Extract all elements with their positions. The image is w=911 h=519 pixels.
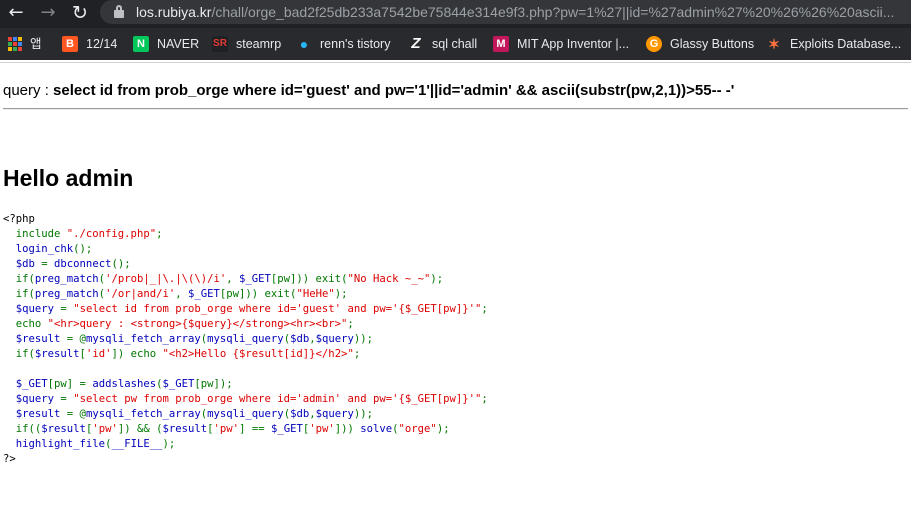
query-label: query : (3, 82, 54, 99)
code-line: $query = "select pw from prob_orge where… (15, 393, 488, 405)
url-path: /chall/orge_bad2f25db233a7542be75844e314… (211, 4, 895, 20)
back-arrow-icon[interactable]: ← (4, 2, 28, 24)
bookmark-mit[interactable]: M MIT App Inventor |... (493, 35, 629, 53)
blogger-icon: B (62, 36, 78, 52)
bookmark-label: 12/14 (86, 37, 118, 51)
lock-icon[interactable] (114, 5, 124, 18)
glassy-icon: G (646, 36, 662, 52)
code-line: if(preg_match('/prob|_|\.|\(\)/i', $_GET… (3, 273, 444, 285)
bookmark-label: renn's tistory (320, 37, 391, 51)
apps-icon (8, 37, 22, 51)
mit-icon: M (493, 36, 509, 52)
bookmark-steamrp[interactable]: SR steamrp (212, 35, 281, 53)
bookmark-label: sql chall (432, 37, 478, 51)
browser-toolbar: ← → ↻ los.rubiya.kr/chall/orge_bad2f25db… (0, 0, 911, 28)
bookmark-label: MIT App Inventor |... (517, 37, 630, 51)
exploit-db-icon: ✶ (768, 36, 780, 52)
url-text[interactable]: los.rubiya.kr/chall/orge_bad2f25db233a75… (136, 3, 894, 21)
code-line: $_GET[pw] = addslashes($_GET[pw]); (15, 378, 233, 390)
bookmark-label: Exploits Database... (790, 37, 902, 51)
code-line: include "./config.php"; (3, 228, 163, 240)
code-line: $db = dbconnect(); (15, 258, 131, 270)
code-line: if(($result['pw']) && ($result['pw'] == … (3, 423, 450, 435)
divider (3, 108, 908, 110)
code-line: highlight_file(__FILE__); (15, 438, 176, 450)
code-line: ?> (3, 453, 16, 465)
query-sql: select id from prob_orge where id='guest… (53, 82, 735, 99)
bookmark-exploit-db[interactable]: ✶ Exploits Database... (766, 35, 901, 53)
bookmark-sql-chall[interactable]: Z sql chall (408, 35, 477, 53)
code-line: $result = @mysqli_fetch_array(mysqli_que… (15, 408, 374, 420)
reload-icon[interactable]: ↻ (68, 2, 92, 24)
bookmarks-bar: 앱 B 12/14 N NAVER SR steamrp ● renn's ti… (0, 28, 911, 60)
forward-arrow-icon[interactable]: → (36, 2, 60, 24)
code-line: if(preg_match('/or|and/i', $_GET[pw])) e… (3, 288, 348, 300)
code-line: $result = @mysqli_fetch_array(mysqli_que… (15, 333, 374, 345)
code-line: if($result['id']) echo "<h2>Hello {$resu… (3, 348, 361, 360)
address-bar[interactable]: los.rubiya.kr/chall/orge_bad2f25db233a75… (100, 0, 911, 24)
bookmark-glassy[interactable]: G Glassy Buttons (646, 35, 754, 53)
steam-icon: SR (212, 36, 228, 52)
bookmark-label: Glassy Buttons (670, 37, 755, 51)
bookmark-apps[interactable]: 앱 (8, 35, 42, 53)
code-line: $query = "select id from prob_orge where… (15, 303, 488, 315)
tistory-icon: ● (299, 36, 309, 52)
bookmark-blog[interactable]: B 12/14 (62, 35, 117, 53)
bookmark-tistory[interactable]: ● renn's tistory (296, 35, 391, 53)
code-line: echo "<hr>query : <strong>{$query}</stro… (3, 318, 354, 330)
divider (0, 62, 911, 63)
bookmark-label: steamrp (236, 37, 282, 51)
bookmark-label: NAVER (157, 37, 200, 51)
code-line: login_chk(); (15, 243, 93, 255)
z-icon: Z (411, 35, 421, 52)
php-source-code: <?php include "./config.php"; login_chk(… (3, 212, 488, 467)
code-line: <?php (3, 213, 35, 225)
bookmark-label: 앱 (30, 37, 42, 51)
bookmark-naver[interactable]: N NAVER (133, 35, 199, 53)
naver-icon: N (133, 36, 149, 52)
greeting-heading: Hello admin (3, 165, 134, 191)
query-output: query : select id from prob_orge where i… (3, 80, 734, 102)
url-host: los.rubiya.kr (136, 4, 212, 20)
